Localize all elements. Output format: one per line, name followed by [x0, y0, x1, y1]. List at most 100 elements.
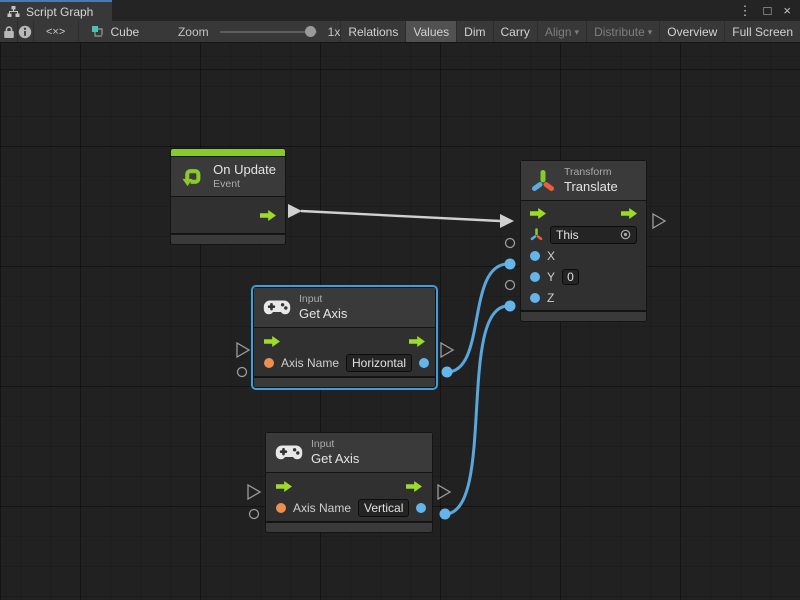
node-header[interactable]: On Update Event: [171, 157, 285, 196]
align-label: Align: [545, 25, 572, 39]
result-port[interactable]: [419, 358, 429, 368]
toolbar-button-values[interactable]: Values: [405, 21, 456, 42]
value-port-y[interactable]: [530, 272, 540, 282]
toolbar-button-align[interactable]: Align ▾: [537, 21, 586, 42]
node-title: Get Axis: [299, 306, 347, 322]
tab-script-graph[interactable]: Script Graph: [0, 0, 112, 21]
window-menu-icon[interactable]: ⋮: [735, 4, 756, 17]
axis-name-label: Axis Name: [281, 356, 339, 370]
string-port-axis-name[interactable]: [276, 503, 286, 513]
node-on-update[interactable]: On Update Event: [170, 148, 286, 245]
flow-wire[interactable]: [301, 211, 500, 221]
zoom-slider[interactable]: [220, 31, 317, 33]
node-translate[interactable]: Transform Translate: [520, 160, 647, 322]
toolbar-button-fullscreen[interactable]: Full Screen: [724, 21, 800, 42]
port-circle-getaxis-v-name[interactable]: [250, 510, 259, 519]
flow-in-port-icon[interactable]: [264, 336, 280, 347]
node-body: Axis Name Vertical: [266, 473, 432, 521]
node-header[interactable]: Input Get Axis: [266, 433, 432, 472]
result-port[interactable]: [416, 503, 426, 513]
wire-vertical-to-z[interactable]: [445, 306, 508, 514]
transform-icon: [530, 168, 556, 194]
port-circle-translate-y[interactable]: [506, 281, 515, 290]
node-footer: [266, 523, 432, 532]
node-body: [171, 197, 285, 233]
port-triangle-getaxis-v-enter[interactable]: [248, 485, 260, 499]
axis-name-field[interactable]: Vertical: [358, 499, 409, 517]
toolbar-button-relations[interactable]: Relations: [340, 21, 405, 42]
node-body: Axis Name Horizontal: [254, 328, 435, 376]
fullscreen-label: Full Screen: [732, 25, 793, 39]
lock-icon: [3, 25, 15, 39]
graph-target-button[interactable]: Cube: [79, 21, 154, 42]
value-port-x[interactable]: [530, 251, 540, 261]
port-label-y: Y: [547, 270, 555, 284]
info-icon: [18, 25, 32, 39]
port-triangle-getaxis-v-exit[interactable]: [438, 485, 450, 499]
window-maximize-icon[interactable]: □: [760, 4, 776, 17]
self-object-value: This: [556, 228, 579, 242]
carry-label: Carry: [501, 25, 530, 39]
toolbar-button-dim[interactable]: Dim: [456, 21, 492, 42]
node-title: Get Axis: [311, 451, 359, 467]
flow-out-port-icon[interactable]: [406, 481, 422, 492]
zoom-slider-handle[interactable]: [305, 26, 316, 37]
flow-out-port-icon[interactable]: [409, 336, 425, 347]
node-get-axis-horizontal[interactable]: Input Get Axis Axis Name H: [253, 287, 436, 388]
node-header[interactable]: Input Get Axis: [254, 288, 435, 327]
graph-target-label: Cube: [111, 25, 140, 39]
relations-label: Relations: [348, 25, 398, 39]
port-dot-translate-z[interactable]: [505, 301, 516, 312]
port-circle-getaxis-h-name[interactable]: [238, 368, 247, 377]
transform-mini-icon: [530, 228, 543, 241]
node-get-axis-vertical[interactable]: Input Get Axis Axis Name V: [265, 432, 433, 533]
distribute-label: Distribute: [594, 25, 645, 39]
object-picker-icon[interactable]: [620, 229, 631, 240]
preferences-button[interactable]: <×>: [34, 21, 79, 42]
node-title: On Update: [213, 162, 276, 178]
port-triangle-translate-exit[interactable]: [653, 214, 665, 228]
graph-hierarchy-icon: [7, 5, 20, 18]
port-dot-getaxis-h-result[interactable]: [442, 367, 453, 378]
event-color-bar: [171, 149, 285, 156]
axis-name-field[interactable]: Horizontal: [346, 354, 412, 372]
zoom-control: Zoom 1x: [154, 21, 340, 42]
toolbar-button-carry[interactable]: Carry: [493, 21, 537, 42]
axis-name-value: Vertical: [364, 501, 403, 515]
port-circle-translate-self[interactable]: [506, 239, 515, 248]
overview-label: Overview: [667, 25, 717, 39]
port-triangle-getaxis-h-enter[interactable]: [237, 343, 249, 357]
flow-wire-end-arrow: [500, 214, 514, 228]
graph-node-icon: [91, 25, 105, 39]
toolbar-button-distribute[interactable]: Distribute ▾: [586, 21, 659, 42]
node-footer: [521, 312, 646, 321]
port-dot-translate-x[interactable]: [505, 259, 516, 270]
zoom-value: 1x: [328, 25, 341, 39]
y-value-field[interactable]: 0: [562, 269, 579, 285]
graph-toolbar: <×> Cube Zoom 1x Relations Values Dim Ca…: [0, 21, 800, 43]
on-update-loop-icon: [180, 164, 205, 190]
gamepad-icon: [275, 443, 303, 463]
node-subtitle: Event: [213, 178, 276, 191]
axis-name-label: Axis Name: [293, 501, 351, 515]
value-port-z[interactable]: [530, 293, 540, 303]
port-dot-getaxis-v-result[interactable]: [440, 509, 451, 520]
flow-out-port-icon[interactable]: [621, 208, 637, 219]
flow-in-port-icon[interactable]: [530, 208, 546, 219]
toolbar-button-overview[interactable]: Overview: [659, 21, 724, 42]
port-triangle-getaxis-h-exit[interactable]: [441, 343, 453, 357]
string-port-axis-name[interactable]: [264, 358, 274, 368]
node-subtitle: Input: [299, 293, 347, 306]
info-button[interactable]: [18, 21, 34, 42]
window-close-icon[interactable]: ×: [779, 4, 795, 17]
flow-out-port-icon[interactable]: [260, 210, 276, 221]
node-subtitle: Transform: [564, 166, 618, 179]
flow-in-port-icon[interactable]: [276, 481, 292, 492]
node-header[interactable]: Transform Translate: [521, 161, 646, 200]
y-value: 0: [567, 270, 574, 284]
graph-canvas[interactable]: On Update Event: [0, 43, 800, 600]
wire-horizontal-to-x[interactable]: [447, 264, 508, 372]
script-graph-window: Script Graph ⋮ □ × <×>: [0, 0, 800, 600]
lock-button[interactable]: [0, 21, 18, 42]
self-object-field[interactable]: This: [550, 226, 637, 244]
